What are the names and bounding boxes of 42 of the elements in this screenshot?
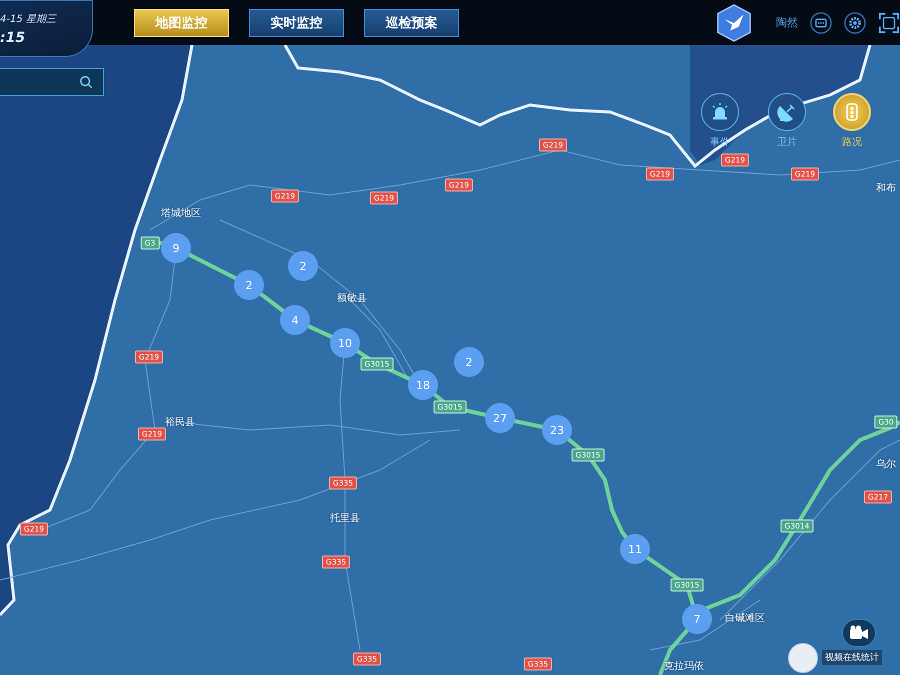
message-icon[interactable] [810,12,832,34]
place-label: 额敏县 [337,292,367,305]
layer-label: 卫片 [777,136,797,149]
fullscreen-icon[interactable] [878,12,900,34]
cluster-marker[interactable]: 18 [408,370,438,400]
cluster-marker[interactable]: 11 [620,534,650,564]
video-stats-label[interactable]: 视频在线统计 [822,650,882,665]
cluster-marker[interactable]: 2 [234,270,264,300]
place-label: 塔城地区 [161,206,201,220]
search-icon[interactable] [79,75,93,89]
cluster-marker[interactable]: 7 [682,604,712,634]
settings-icon[interactable] [844,12,866,34]
place-label: 和布 [876,182,896,195]
alarm-light-icon [710,102,730,122]
nav-tab[interactable]: 地图监控 [134,8,229,36]
cluster-marker[interactable]: 2 [288,251,318,281]
nav-tab[interactable]: 巡检预案 [364,8,459,36]
place-label: 裕民县 [165,416,195,429]
layer-label: 事件 [710,136,730,149]
nav-tab[interactable]: 实时监控 [249,8,344,36]
layer-button[interactable] [833,93,871,131]
cluster-marker[interactable]: 23 [542,415,572,445]
search-field[interactable] [0,68,104,96]
layer-label: 路况 [842,136,862,149]
video-camera-icon [849,625,869,641]
video-camera-button[interactable] [842,619,876,647]
cluster-marker[interactable]: 2 [454,347,484,377]
cluster-marker[interactable]: 9 [161,233,191,263]
bird-logo-icon [715,4,753,42]
cluster-marker[interactable]: 27 [485,403,515,433]
cluster-marker[interactable]: 4 [280,305,310,335]
place-label: 克拉玛依 [664,660,704,673]
place-label: 托里县 [330,512,360,525]
cluster-marker[interactable]: 10 [330,328,360,358]
date-text: 4-15 星期三 [0,12,58,26]
satellite-dish-icon [777,102,797,122]
layer-button[interactable] [768,93,806,131]
place-label: 白碱滩区 [725,612,765,625]
user-name[interactable]: 陶然 [776,15,798,30]
place-label: 乌尔 [876,458,896,471]
avatar [788,643,818,673]
time-text: :15 [0,30,26,46]
